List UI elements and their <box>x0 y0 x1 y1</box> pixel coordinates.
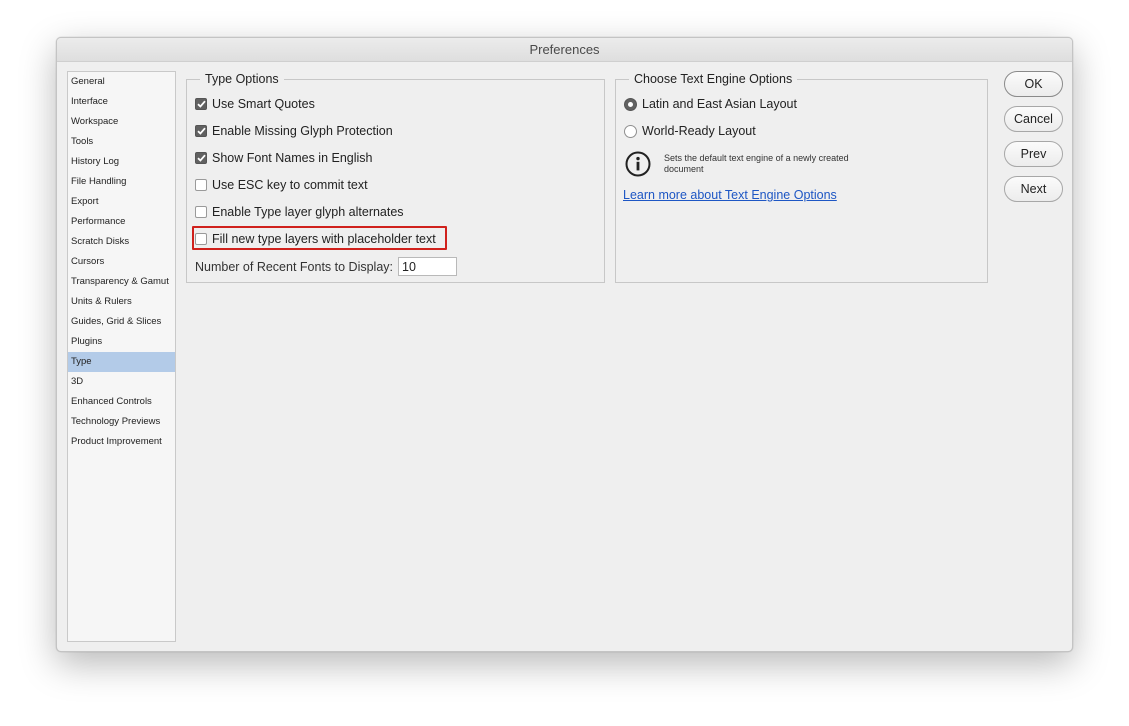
sidebar-item-enhanced-controls[interactable]: Enhanced Controls <box>68 392 175 412</box>
glyph-alternates-label: Enable Type layer glyph alternates <box>212 205 404 219</box>
sidebar-item-guides-grid-slices[interactable]: Guides, Grid & Slices <box>68 312 175 332</box>
missing-glyph-option[interactable]: Enable Missing Glyph Protection <box>195 123 393 139</box>
world-ready-radio[interactable] <box>624 124 637 138</box>
latin-east-asian-option[interactable]: Latin and East Asian Layout <box>624 96 797 112</box>
cancel-button[interactable]: Cancel <box>1004 106 1063 132</box>
sidebar-item-plugins[interactable]: Plugins <box>68 332 175 352</box>
smart-quotes-label: Use Smart Quotes <box>212 97 315 111</box>
sidebar-item-file-handling[interactable]: File Handling <box>68 172 175 192</box>
sidebar-item-general[interactable]: General <box>68 72 175 92</box>
prev-button[interactable]: Prev <box>1004 141 1063 167</box>
sidebar-item-units-rulers[interactable]: Units & Rulers <box>68 292 175 312</box>
font-names-english-option[interactable]: Show Font Names in English <box>195 150 373 166</box>
next-button[interactable]: Next <box>1004 176 1063 202</box>
checkmark-icon <box>196 154 206 162</box>
ok-button[interactable]: OK <box>1004 71 1063 97</box>
world-ready-label: World-Ready Layout <box>642 124 756 138</box>
info-text: Sets the default text engine of a newly … <box>664 153 849 174</box>
type-options-title: Type Options <box>200 71 284 87</box>
text-engine-title: Choose Text Engine Options <box>629 71 798 87</box>
sidebar-item-performance[interactable]: Performance <box>68 212 175 232</box>
font-names-english-checkbox[interactable] <box>195 152 207 164</box>
glyph-alternates-option[interactable]: Enable Type layer glyph alternates <box>195 204 404 220</box>
placeholder-text-option[interactable]: Fill new type layers with placeholder te… <box>195 231 436 247</box>
sidebar-item-scratch-disks[interactable]: Scratch Disks <box>68 232 175 252</box>
sidebar-item-3d[interactable]: 3D <box>68 372 175 392</box>
esc-commit-option[interactable]: Use ESC key to commit text <box>195 177 368 193</box>
esc-commit-checkbox[interactable] <box>195 179 207 191</box>
smart-quotes-checkbox[interactable] <box>195 98 207 110</box>
info-icon <box>625 151 651 177</box>
sidebar-item-history-log[interactable]: History Log <box>68 152 175 172</box>
window-title: Preferences <box>57 38 1072 62</box>
preferences-sidebar: General Interface Workspace Tools Histor… <box>67 71 176 642</box>
recent-fonts-row: Number of Recent Fonts to Display: <box>195 257 457 276</box>
recent-fonts-input[interactable] <box>398 257 457 276</box>
checkmark-icon <box>196 100 206 108</box>
sidebar-item-interface[interactable]: Interface <box>68 92 175 112</box>
latin-east-asian-label: Latin and East Asian Layout <box>642 97 797 111</box>
glyph-alternates-checkbox[interactable] <box>195 206 207 218</box>
font-names-english-label: Show Font Names in English <box>212 151 373 165</box>
latin-east-asian-radio[interactable] <box>624 97 637 111</box>
learn-more-link[interactable]: Learn more about Text Engine Options <box>623 188 837 202</box>
missing-glyph-checkbox[interactable] <box>195 125 207 137</box>
sidebar-item-technology-previews[interactable]: Technology Previews <box>68 412 175 432</box>
sidebar-item-cursors[interactable]: Cursors <box>68 252 175 272</box>
sidebar-item-tools[interactable]: Tools <box>68 132 175 152</box>
text-engine-group: Choose Text Engine Options Latin and Eas… <box>615 71 988 283</box>
sidebar-item-product-improvement[interactable]: Product Improvement <box>68 432 175 452</box>
recent-fonts-label: Number of Recent Fonts to Display: <box>195 259 393 274</box>
placeholder-text-label: Fill new type layers with placeholder te… <box>212 232 436 246</box>
placeholder-text-checkbox[interactable] <box>195 233 207 245</box>
esc-commit-label: Use ESC key to commit text <box>212 178 368 192</box>
sidebar-item-workspace[interactable]: Workspace <box>68 112 175 132</box>
smart-quotes-option[interactable]: Use Smart Quotes <box>195 96 315 112</box>
sidebar-item-export[interactable]: Export <box>68 192 175 212</box>
sidebar-item-type[interactable]: Type <box>68 352 175 372</box>
checkmark-icon <box>196 127 206 135</box>
type-options-group: Type Options Use Smart Quotes Enable Mis… <box>186 71 605 283</box>
info-row: Sets the default text engine of a newly … <box>625 151 854 177</box>
preferences-window: Preferences General Interface Workspace … <box>56 37 1073 652</box>
world-ready-option[interactable]: World-Ready Layout <box>624 123 756 139</box>
sidebar-item-transparency-gamut[interactable]: Transparency & Gamut <box>68 272 175 292</box>
missing-glyph-label: Enable Missing Glyph Protection <box>212 124 393 138</box>
